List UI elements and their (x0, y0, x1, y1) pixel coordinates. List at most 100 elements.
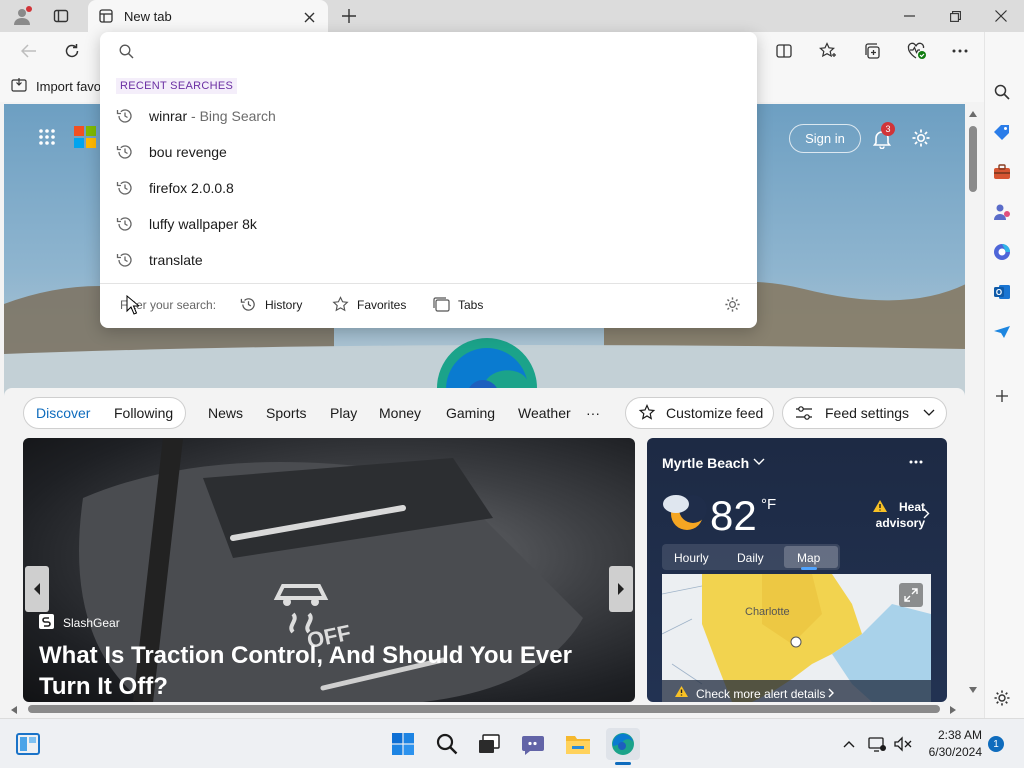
scroll-left-arrow-icon[interactable] (10, 705, 18, 715)
suggestion-row[interactable]: bou revenge (100, 134, 757, 170)
file-explorer-icon[interactable] (562, 730, 594, 758)
expand-icon (904, 588, 918, 602)
carousel-next-button[interactable] (609, 566, 633, 612)
tab-weather[interactable]: Weather (518, 405, 571, 421)
search-sidebar-icon[interactable] (990, 82, 1014, 102)
tab-hourly[interactable]: Hourly (674, 551, 709, 565)
alert-warning-icon (675, 686, 688, 697)
tab-following[interactable]: Following (114, 405, 173, 421)
restore-icon[interactable] (944, 6, 966, 26)
collections-icon[interactable] (860, 40, 884, 62)
hero-article-card[interactable]: OFF SlashGear What Is Traction Control, … (23, 438, 635, 702)
feed-settings-button[interactable]: Feed settings (782, 397, 947, 429)
address-bar-input[interactable] (144, 38, 734, 64)
edge-logo (437, 338, 537, 390)
alert-details-bar[interactable]: Check more alert details (662, 680, 931, 702)
alert-chevron-right-icon[interactable] (923, 508, 930, 519)
page-settings-gear-icon[interactable] (908, 125, 934, 151)
apps-launcher-icon[interactable] (36, 126, 58, 148)
tab-new-tab[interactable]: New tab (88, 0, 328, 33)
weather-card[interactable]: Myrtle Beach 82 °F Heat advisory Hourly … (647, 438, 947, 702)
weather-location[interactable]: Myrtle Beach (662, 455, 749, 471)
sign-in-button[interactable]: Sign in (789, 124, 861, 153)
refresh-icon[interactable] (60, 40, 84, 62)
tools-icon[interactable] (990, 162, 1014, 182)
import-favorites-link[interactable]: Import favo (36, 79, 101, 94)
drop-send-icon[interactable] (990, 322, 1014, 342)
feed-more-button[interactable]: ··· (586, 405, 600, 421)
tab-daily[interactable]: Daily (737, 551, 764, 565)
tab-actions-icon[interactable] (48, 4, 74, 28)
tab-money[interactable]: Money (379, 405, 421, 421)
expand-map-button[interactable] (899, 583, 923, 607)
filter-favorites-label: Favorites (357, 298, 407, 312)
suggestion-row[interactable]: firefox 2.0.0.8 (100, 170, 757, 206)
dropdown-divider (100, 283, 757, 284)
back-arrow-icon[interactable] (16, 40, 42, 62)
tab-gaming[interactable]: Gaming (446, 405, 495, 421)
task-view-icon[interactable] (474, 730, 504, 758)
close-window-icon[interactable] (990, 6, 1012, 26)
add-sidebar-app-icon[interactable] (990, 386, 1014, 406)
outlook-icon[interactable]: O (990, 282, 1014, 302)
microsoft-365-icon[interactable] (990, 242, 1014, 262)
taskbar-search-icon[interactable] (432, 730, 462, 758)
notification-count: 3 (885, 124, 891, 134)
show-hidden-icons-chevron-icon[interactable] (838, 733, 860, 755)
customize-feed-button[interactable]: Customize feed (625, 397, 774, 429)
article-title[interactable]: What Is Traction Control, And Should You… (39, 640, 629, 702)
tab-map[interactable]: Map (797, 551, 820, 565)
vertical-scrollbar[interactable] (965, 104, 981, 702)
heat-advisory-label[interactable]: Heat advisory (869, 499, 925, 531)
history-clock-icon (116, 217, 132, 231)
sidebar-settings-icon[interactable] (990, 688, 1014, 708)
browser-essentials-icon[interactable] (904, 40, 930, 62)
network-icon[interactable] (866, 733, 888, 755)
notification-center-count: 1 (993, 738, 999, 750)
split-screen-icon[interactable] (772, 40, 796, 62)
new-tab-plus-icon[interactable] (338, 5, 360, 27)
tab-discover[interactable]: Discover (36, 405, 90, 421)
close-tab-icon[interactable] (300, 8, 318, 26)
partly-cloudy-night-icon (663, 495, 707, 530)
filter-history-button[interactable]: History (240, 295, 306, 315)
start-windows-icon[interactable] (388, 730, 418, 758)
suggestion-row[interactable]: translate (100, 242, 757, 278)
clock-date[interactable]: 6/30/2024 (916, 745, 982, 759)
favorites-icon[interactable] (816, 40, 840, 62)
tab-sports[interactable]: Sports (266, 405, 306, 421)
filter-favorites-button[interactable]: Favorites (332, 295, 408, 315)
widgets-icon[interactable] (14, 730, 42, 758)
chevron-right-icon (618, 583, 624, 595)
vertical-scroll-thumb[interactable] (969, 126, 977, 192)
location-chevron-down-icon[interactable] (753, 458, 765, 466)
tab-play[interactable]: Play (330, 405, 357, 421)
filter-tabs-button[interactable]: Tabs (433, 295, 489, 315)
search-settings-gear-icon[interactable] (724, 296, 741, 313)
scroll-up-arrow-icon[interactable] (968, 110, 978, 118)
notification-center-badge[interactable]: 1 (988, 736, 1004, 752)
microsoft-logo (74, 126, 98, 148)
suggestion-suffix: - Bing Search (187, 108, 276, 124)
chevron-left-icon (34, 583, 40, 595)
settings-and-more-icon[interactable] (948, 40, 972, 62)
teams-chat-icon[interactable] (518, 730, 548, 758)
minimize-icon[interactable] (898, 6, 920, 26)
suggestion-row[interactable]: winrar - Bing Search (100, 98, 757, 134)
horizontal-scrollbar[interactable] (4, 702, 966, 716)
games-icon[interactable] (990, 202, 1014, 222)
check-alert-details-link[interactable]: Check more alert details (696, 687, 825, 701)
horizontal-scroll-thumb[interactable] (28, 705, 940, 713)
weather-more-icon[interactable] (909, 460, 923, 464)
tab-news[interactable]: News (208, 405, 243, 421)
carousel-prev-button[interactable] (25, 566, 49, 612)
clock-time[interactable]: 2:38 AM (926, 728, 982, 742)
scroll-right-arrow-icon[interactable] (949, 705, 957, 715)
scroll-down-arrow-icon[interactable] (968, 686, 978, 694)
volume-muted-icon[interactable] (892, 733, 914, 755)
shopping-tag-icon[interactable] (990, 122, 1014, 142)
suggestion-row[interactable]: luffy wallpaper 8k (100, 206, 757, 242)
profile-icon[interactable] (8, 4, 36, 28)
edge-taskbar-icon[interactable] (606, 728, 640, 760)
suggestion-query: bou revenge (149, 144, 227, 160)
